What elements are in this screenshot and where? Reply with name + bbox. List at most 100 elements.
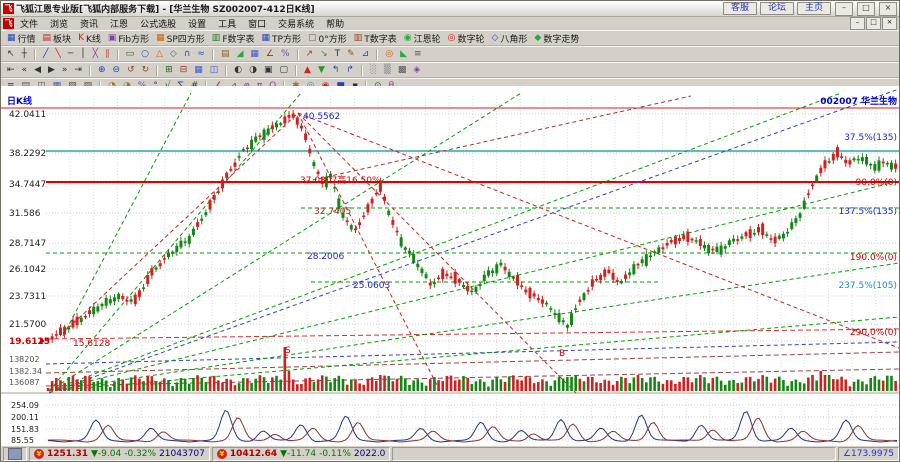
index-quote-1[interactable]: ¥ 1251.31 ▼-9.04 -0.32% 21043707 (29, 447, 210, 461)
gann-tool-t-number-table[interactable]: ▥T数字表 (351, 31, 400, 45)
layout-cell[interactable] (3, 447, 27, 461)
first-bar-button[interactable]: ⇤ (4, 63, 18, 77)
menu-formula-stockpick[interactable]: 公式选股 (134, 17, 182, 30)
menu-browse[interactable]: 浏览 (44, 17, 74, 30)
child-minimize-button[interactable]: – (850, 17, 865, 30)
invert-button[interactable]: ▣ (261, 63, 276, 77)
cross-lines-tool[interactable]: ╳ (90, 47, 101, 61)
circle-tool[interactable]: ○ (138, 47, 152, 61)
redo-button[interactable]: ↻ (139, 63, 153, 77)
child-close-button[interactable]: × (882, 17, 897, 30)
gann-fan-tool[interactable]: ◢ (233, 47, 246, 61)
chart-area[interactable]: 日K线002007 华兰生物42.041138.229234.744731.58… (1, 86, 899, 448)
menu-news[interactable]: 资讯 (74, 17, 104, 30)
tile-windows-button[interactable]: ▦ (191, 63, 206, 77)
gann-tool-kline[interactable]: KK线 (75, 31, 104, 45)
next-bar-button[interactable]: ▶ (45, 63, 58, 77)
next-page-button[interactable]: » (59, 63, 71, 77)
half-right-button[interactable]: ◑ (246, 63, 260, 77)
svg-text:137.5%(135): 137.5%(135) (838, 207, 897, 217)
support-button[interactable]: 客服 (723, 2, 757, 15)
gann-tool-gann-wheel[interactable]: ◉江恩轮 (401, 31, 444, 45)
half-left-button[interactable]: ◐ (231, 63, 245, 77)
last-bar-button[interactable]: ⇥ (71, 63, 85, 77)
svg-text:290.0%(0): 290.0%(0) (850, 328, 897, 338)
gann-tool-tp-square[interactable]: ▦TP方形 (259, 31, 304, 45)
forum-button[interactable]: 论坛 (760, 2, 794, 15)
angle-tool[interactable]: ∠ (263, 47, 277, 61)
gann-tool-f-number-table[interactable]: ▥F数字表 (209, 31, 258, 45)
pattern-light-button[interactable]: ░ (367, 63, 380, 77)
regression-tool-icon: ≡ (414, 49, 422, 60)
trend-up-line-tool[interactable]: ╱ (40, 47, 51, 61)
prev-page-button[interactable]: « (19, 63, 31, 77)
cycle-circle-tool[interactable]: ◎ (382, 47, 396, 61)
text-label-tool[interactable]: T (332, 47, 344, 61)
triangle-tool[interactable]: △ (153, 47, 166, 61)
gann-tool-octagon[interactable]: ◇八角形 (488, 31, 530, 45)
gann-tool-sectors[interactable]: ▤板块 (40, 31, 75, 45)
mark-up-button[interactable]: ▲ (301, 63, 314, 77)
menu-help[interactable]: 帮助 (320, 17, 350, 30)
gann-grid-tool-icon: ▦ (250, 49, 259, 60)
mark-down-button[interactable]: ▼ (315, 63, 328, 77)
gann-tool-quotes[interactable]: ▦行情 (4, 31, 39, 45)
undo-button[interactable]: ↺ (124, 63, 138, 77)
arrow-down-tool[interactable]: ↘ (317, 47, 331, 61)
diamond-tool[interactable]: ◇ (167, 47, 180, 61)
index1-icon: ¥ (34, 449, 44, 459)
menu-file[interactable]: 文件 (14, 17, 44, 30)
measure-tool[interactable]: ⊿ (359, 47, 373, 61)
minimize-button[interactable]: – (835, 2, 853, 16)
gann-tool-number-trend[interactable]: ◆数字走势 (531, 31, 582, 45)
pattern-dark-button-icon: ▒ (384, 65, 391, 76)
close-window-button[interactable]: ⊟ (177, 63, 191, 77)
regression-tool[interactable]: ≡ (411, 47, 425, 61)
crosshair-tool-icon: ┼ (22, 49, 27, 60)
crosshair-tool[interactable]: ┼ (19, 47, 30, 61)
zoom-out-button[interactable]: ⊖ (110, 63, 124, 77)
zoom-in-button[interactable]: ⊕ (95, 63, 109, 77)
percent-lines-tool[interactable]: % (278, 47, 293, 61)
rectangle-tool[interactable]: ▭ (123, 47, 138, 61)
horizontal-line-tool[interactable]: ─ (65, 47, 76, 61)
add-window-button-icon: ⊞ (165, 65, 173, 76)
menu-window[interactable]: 窗口 (242, 17, 272, 30)
parallel-channel-tool[interactable]: ∥ (102, 47, 113, 61)
prev-bar-button[interactable]: ◀ (31, 63, 44, 77)
gann-tool-zero-square[interactable]: ▢0°方形 (305, 31, 350, 45)
pencil-tool[interactable]: ✎ (344, 47, 358, 61)
cascade-windows-button[interactable]: ◫ (207, 63, 222, 77)
wave-tool[interactable]: ≈ (194, 47, 208, 61)
menu-gann[interactable]: 江恩 (104, 17, 134, 30)
index-quote-2[interactable]: ¥ 10412.64 ▼-11.74 -0.11% 2022.0 (212, 447, 391, 461)
speed-line-tool[interactable]: ◣ (397, 47, 410, 61)
close-button[interactable]: × (879, 2, 897, 16)
homepage-button[interactable]: 主页 (797, 2, 831, 15)
child-restore-button[interactable]: □ (866, 17, 881, 30)
grid-toggle-button[interactable]: ▩ (395, 63, 410, 77)
chart-canvas[interactable]: 日K线002007 华兰生物42.041138.229234.744731.58… (1, 86, 899, 448)
menu-trading-system[interactable]: 交易系统 (272, 17, 320, 30)
pointer-tool[interactable]: ↖ (4, 47, 18, 61)
flag-right-button[interactable]: ↱ (343, 63, 357, 77)
arc-tool[interactable]: ∩ (181, 47, 194, 61)
gem-button[interactable]: ◈ (410, 63, 423, 77)
menu-tools[interactable]: 工具 (212, 17, 242, 30)
arrow-up-tool[interactable]: ↗ (303, 47, 317, 61)
flag-left-button[interactable]: ↰ (329, 63, 343, 77)
menu-settings[interactable]: 设置 (182, 17, 212, 30)
vertical-line-tool[interactable]: │ (77, 47, 88, 61)
add-window-button[interactable]: ⊞ (162, 63, 176, 77)
fib-lines-tool[interactable]: ▤ (218, 47, 233, 61)
svg-text:40.5562: 40.5562 (303, 112, 340, 122)
gann-tool-number-wheel[interactable]: ◎数字轮 (445, 31, 488, 45)
gann-grid-tool[interactable]: ▦ (247, 47, 262, 61)
status-message-cell (392, 447, 836, 461)
pattern-dark-button[interactable]: ▒ (381, 63, 394, 77)
restore-button[interactable]: □ (857, 2, 875, 16)
gann-tool-sp-square[interactable]: ▦SP四方形 (153, 31, 208, 45)
trend-down-line-tool[interactable]: ╲ (52, 47, 63, 61)
gann-tool-fib-square[interactable]: ▣Fib方形 (105, 31, 152, 45)
blank-button[interactable]: ▢ (277, 63, 292, 77)
